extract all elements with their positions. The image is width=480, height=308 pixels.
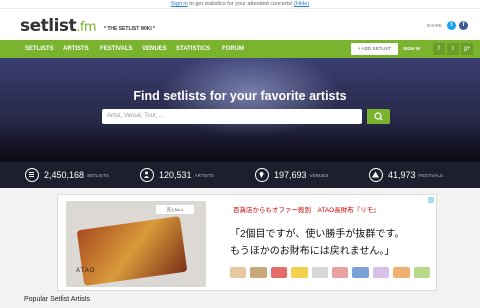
map-pin-icon xyxy=(255,168,269,182)
ad-product-thumb xyxy=(332,267,349,278)
nav-setlists[interactable]: SETLISTS xyxy=(25,40,54,58)
ad-product-thumb xyxy=(291,267,308,278)
ad-choices-icon[interactable] xyxy=(428,197,434,203)
stat-label: SETLISTS xyxy=(87,172,109,178)
facebook-icon[interactable]: f xyxy=(459,21,468,30)
share-bar: SHARE t f xyxy=(426,21,468,30)
site-logo[interactable]: setlist.fm xyxy=(20,16,97,36)
search-icon xyxy=(374,112,383,121)
list-icon xyxy=(25,168,39,182)
ad-product-thumb xyxy=(413,267,431,278)
ad-headline: 百貨店からもオファー殺到 ATAO長財布『リモ』 xyxy=(233,207,380,214)
ad-quote-line2: もうほかのお財布には戻れません。」 xyxy=(230,246,395,257)
stat-artists[interactable]: 120,531 ARTISTS xyxy=(140,162,214,188)
ad-product-thumb xyxy=(352,267,369,278)
wallet-shape xyxy=(76,216,188,286)
stat-label: VENUES xyxy=(309,172,329,178)
facebook-icon[interactable]: f xyxy=(433,43,445,55)
nav-festivals[interactable]: FESTIVALS xyxy=(100,40,133,58)
add-setlist-button[interactable]: + ADD SETLIST xyxy=(351,43,398,55)
stat-venues[interactable]: 197,693 VENUES xyxy=(255,162,328,188)
banner-text: to get statistics for your attended conc… xyxy=(187,1,295,7)
stat-label: FESTIVALS xyxy=(418,172,443,178)
google-plus-icon[interactable]: g+ xyxy=(461,43,473,55)
ad-wallet-image: 売上No.1 ATAO xyxy=(66,201,206,287)
stat-setlists[interactable]: 2,450,168 SETLISTS xyxy=(25,162,109,188)
popular-artists-heading: Popular Setlist Artists xyxy=(24,296,91,303)
stat-number: 120,531 xyxy=(159,170,192,180)
hero-banner: Find setlists for your favorite artists … xyxy=(0,58,480,162)
advertisement[interactable]: 売上No.1 ATAO 百貨店からもオファー殺到 ATAO長財布『リモ』 「2個… xyxy=(57,194,437,291)
ad-product-thumb xyxy=(270,267,288,278)
tagline: * THE SETLIST WIKI * xyxy=(104,26,156,32)
search-button[interactable] xyxy=(367,109,390,124)
ad-product-thumb xyxy=(311,267,329,278)
hero-title: Find setlists for your favorite artists xyxy=(133,89,347,103)
ad-product-thumb xyxy=(250,267,267,278)
ad-badge: 売上No.1 xyxy=(156,205,194,214)
nav-venues[interactable]: VENUES xyxy=(142,40,167,58)
person-icon xyxy=(140,168,154,182)
twitter-icon[interactable]: t xyxy=(447,43,459,55)
stat-festivals[interactable]: 41,973 FESTIVALS xyxy=(369,162,443,188)
crowd-image xyxy=(0,122,480,162)
site-header: setlist.fm * THE SETLIST WIKI * SHARE t … xyxy=(0,9,480,40)
ad-brand: ATAO xyxy=(76,268,96,274)
stats-bar: 2,450,168 SETLISTS 120,531 ARTISTS 197,6… xyxy=(0,162,480,188)
nav-statistics[interactable]: STATISTICS xyxy=(176,40,210,58)
twitter-icon[interactable]: t xyxy=(447,21,456,30)
ad-quote-line1: 「2個目ですが、使い勝手が抜群です。 xyxy=(230,229,405,240)
share-label: SHARE xyxy=(426,23,442,28)
signin-banner: Sign in to get statistics for your atten… xyxy=(0,0,480,9)
ad-product-thumb xyxy=(372,267,390,278)
stat-number: 197,693 xyxy=(274,170,307,180)
nav-artists[interactable]: ARTISTS xyxy=(63,40,89,58)
stat-number: 2,450,168 xyxy=(44,170,85,180)
search-input[interactable]: Artist, Venue, Tour, ... xyxy=(102,109,362,124)
nav-forum[interactable]: FORUM xyxy=(222,40,244,58)
stat-number: 41,973 xyxy=(388,170,416,180)
ad-product-thumb xyxy=(393,267,410,278)
main-nav: SETLISTS ARTISTS FESTIVALS VENUES STATIS… xyxy=(0,40,480,58)
stat-label: ARTISTS xyxy=(194,172,214,178)
hide-link[interactable]: (Hide) xyxy=(294,1,309,7)
signin-link[interactable]: Sign in xyxy=(171,1,188,7)
tent-icon xyxy=(369,168,383,182)
ad-product-thumb xyxy=(230,267,247,278)
ad-product-row xyxy=(230,267,431,287)
sign-in-button[interactable]: SIGN IN xyxy=(403,43,420,55)
